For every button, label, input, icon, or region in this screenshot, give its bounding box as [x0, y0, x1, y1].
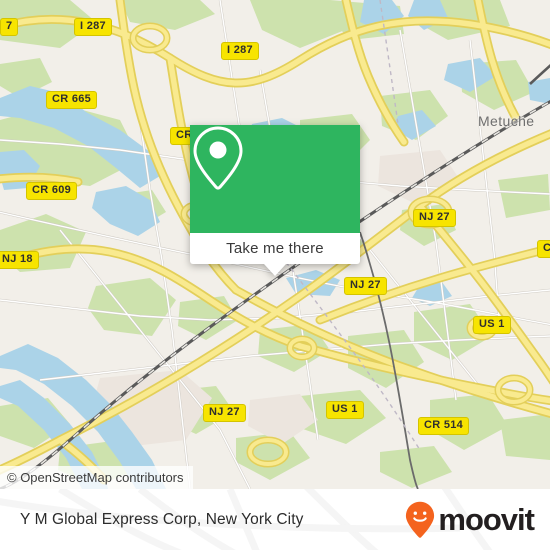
road-shield[interactable]: I 287 — [221, 42, 259, 60]
popup-pointer-tail — [264, 264, 286, 276]
road-shield[interactable]: CR 665 — [46, 91, 98, 109]
popup-image-panel — [190, 125, 360, 233]
road-shield[interactable]: NJ 18 — [0, 251, 39, 269]
road-shield[interactable]: US 1 — [473, 316, 511, 334]
moovit-wordmark: moovit — [438, 502, 535, 537]
map-canvas[interactable]: Metuche 7 I 287 I 287 CR 665 CR CR 609 N… — [0, 0, 550, 489]
map-screenshot: Metuche 7 I 287 I 287 CR 665 CR CR 609 N… — [0, 0, 550, 550]
moovit-pin-smile-icon — [406, 501, 435, 538]
road-shield[interactable]: NJ 27 — [203, 404, 246, 422]
take-me-there-label: Take me there — [226, 240, 324, 257]
road-shield[interactable]: 7 — [0, 18, 19, 36]
road-shield[interactable]: C — [537, 240, 550, 258]
location-popup-card[interactable]: Take me there — [190, 125, 360, 276]
road-shield[interactable]: CR 609 — [26, 182, 78, 200]
footer-bar: Y M Global Express Corp, New York City m… — [0, 489, 550, 550]
place-label-metuchen: Metuche — [478, 113, 535, 129]
popup-action-bar[interactable]: Take me there — [190, 233, 360, 264]
road-shield[interactable]: CR 514 — [418, 417, 470, 435]
location-title: Y M Global Express Corp, New York City — [20, 510, 304, 528]
osm-attribution[interactable]: © OpenStreetMap contributors — [0, 466, 193, 489]
road-shield[interactable]: I 287 — [74, 18, 112, 36]
moovit-logo[interactable]: moovit — [405, 501, 535, 539]
road-shield[interactable]: NJ 27 — [344, 277, 387, 295]
map-pin-icon — [193, 126, 243, 190]
road-shield[interactable]: NJ 27 — [413, 209, 456, 227]
road-shield[interactable]: US 1 — [326, 401, 364, 419]
